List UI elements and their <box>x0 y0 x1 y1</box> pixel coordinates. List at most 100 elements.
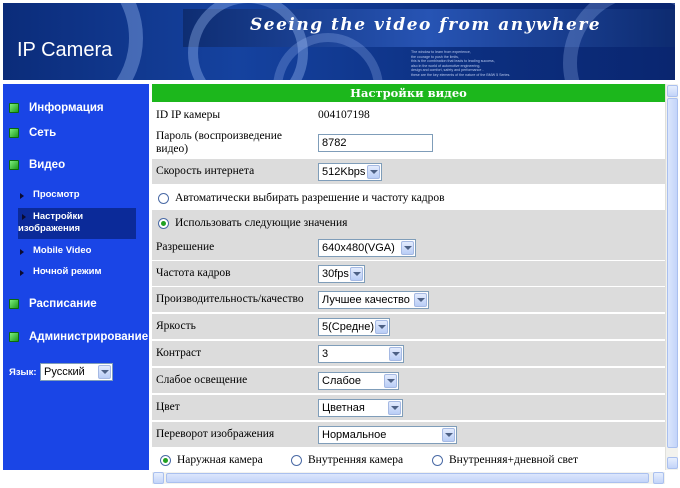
lowlight-select[interactable]: Слабое <box>318 372 399 390</box>
header-banner: Seeing the video from anywhere IP Camera… <box>3 3 675 80</box>
auto-mode-option[interactable]: Автоматически выбирать разрешение и част… <box>158 192 445 204</box>
sidebar-item-schedule[interactable]: Расписание <box>9 296 97 312</box>
framerate-select[interactable]: 30fps <box>318 265 365 283</box>
camera-id-row: ID IP камеры 004107198 <box>152 103 665 128</box>
brand-logo-text: IP Camera <box>17 39 113 61</box>
page-title: Настройки видео <box>152 84 665 102</box>
auto-mode-radio[interactable] <box>158 192 169 204</box>
sidebar-item-label: Расписание <box>29 298 97 310</box>
sidebar-item-info[interactable]: Информация <box>9 100 104 116</box>
sidebar-nav: Информация Сеть Видео Просмотр Настройки… <box>3 84 149 470</box>
sidebar-subitem-view[interactable]: Просмотр <box>18 189 136 201</box>
video-settings-panel: Настройки видео ID IP камеры 004107198 П… <box>152 84 665 470</box>
password-label: Пароль (воспроизведение видео) <box>156 130 282 155</box>
triangle-bullet-icon <box>20 193 24 199</box>
password-input[interactable]: 8782 <box>318 134 433 152</box>
language-label: Язык: <box>9 367 37 378</box>
brightness-select[interactable]: 5(Средне) <box>318 318 390 336</box>
vertical-scrollbar[interactable] <box>665 84 678 470</box>
manual-mode-radio[interactable] <box>158 217 169 229</box>
language-select[interactable]: Русский <box>40 363 113 381</box>
chevron-down-icon <box>367 165 380 179</box>
sidebar-subitem-label: Настройки изображения <box>18 211 84 234</box>
framerate-row: Частота кадров 30fps <box>152 261 665 286</box>
green-square-icon <box>9 332 19 342</box>
camera-id-label: ID IP камеры <box>156 109 221 121</box>
brightness-row: Яркость 5(Средне) <box>152 314 665 339</box>
chevron-down-icon <box>384 374 397 388</box>
chevron-down-icon <box>442 428 455 442</box>
sidebar-subitem-mobile-video[interactable]: Mobile Video <box>18 245 136 257</box>
sidebar-item-label: Сеть <box>29 127 57 139</box>
contrast-row: Контраст 3 <box>152 341 665 366</box>
scroll-down-button[interactable] <box>667 457 678 469</box>
sidebar-subitem-label: Просмотр <box>33 189 80 200</box>
chevron-down-icon <box>388 401 401 415</box>
chevron-down-icon <box>98 365 111 379</box>
sidebar-item-label: Информация <box>29 102 104 114</box>
manual-mode-row: Использовать следующие значения <box>152 210 665 235</box>
environment-row: Наружная камера Внутренняя камера Внутре… <box>152 448 665 470</box>
sidebar-item-label: Видео <box>29 159 66 171</box>
green-square-icon <box>9 128 19 138</box>
resolution-label: Разрешение <box>156 241 215 253</box>
chevron-down-icon <box>414 293 427 307</box>
language-select-value: Русский <box>44 366 85 378</box>
env-outdoor-option[interactable]: Наружная камера <box>160 454 263 466</box>
contrast-label: Контраст <box>156 347 202 359</box>
env-indoor-daylight-label: Внутренняя+дневной свет <box>449 454 579 466</box>
contrast-select[interactable]: 3 <box>318 345 404 363</box>
manual-mode-option[interactable]: Использовать следующие значения <box>158 217 347 229</box>
sidebar-item-admin[interactable]: Администрирование <box>9 329 148 345</box>
sidebar-item-label: Администрирование <box>29 331 149 343</box>
env-outdoor-radio[interactable] <box>160 454 171 466</box>
flip-label: Переворот изображения <box>156 428 275 440</box>
triangle-bullet-icon <box>20 249 24 255</box>
color-row: Цвет Цветная <box>152 395 665 420</box>
quality-row: Производительность/качество Лучшее качес… <box>152 287 665 312</box>
env-indoor-daylight-radio[interactable] <box>432 454 443 466</box>
env-indoor-radio[interactable] <box>291 454 302 466</box>
horizontal-scroll-thumb[interactable] <box>166 473 649 483</box>
speed-select[interactable]: 512Kbps <box>318 163 382 181</box>
horizontal-scrollbar[interactable] <box>152 472 665 484</box>
speed-row: Скорость интернета 512Kbps <box>152 159 665 184</box>
env-indoor-daylight-option[interactable]: Внутренняя+дневной свет <box>432 454 578 466</box>
password-row: Пароль (воспроизведение видео) 8782 <box>152 129 665 157</box>
camera-id-value: 004107198 <box>318 109 370 121</box>
chevron-down-icon <box>350 267 363 281</box>
sidebar-subitem-image-settings[interactable]: Настройки изображения <box>18 208 136 239</box>
green-square-icon <box>9 103 19 113</box>
color-select[interactable]: Цветная <box>318 399 403 417</box>
manual-mode-label: Использовать следующие значения <box>175 217 348 229</box>
green-square-icon <box>9 160 19 170</box>
speed-label: Скорость интернета <box>156 165 255 177</box>
resolution-row: Разрешение 640x480(VGA) <box>152 235 665 260</box>
green-square-icon <box>9 299 19 309</box>
scroll-left-button[interactable] <box>153 472 164 484</box>
color-label: Цвет <box>156 401 180 413</box>
chevron-down-icon <box>375 320 388 334</box>
sidebar-item-video[interactable]: Видео <box>9 157 65 173</box>
flip-row: Переворот изображения Нормальное <box>152 422 665 447</box>
auto-mode-row: Автоматически выбирать разрешение и част… <box>152 185 665 210</box>
triangle-bullet-icon <box>20 270 24 276</box>
env-outdoor-label: Наружная камера <box>177 454 263 466</box>
quality-label: Производительность/качество <box>156 293 304 305</box>
resolution-select[interactable]: 640x480(VGA) <box>318 239 416 257</box>
sidebar-item-network[interactable]: Сеть <box>9 125 56 141</box>
brightness-label: Яркость <box>156 320 196 332</box>
framerate-label: Частота кадров <box>156 267 231 279</box>
lowlight-label: Слабое освещение <box>156 374 248 386</box>
quality-select[interactable]: Лучшее качество <box>318 291 429 309</box>
auto-mode-label: Автоматически выбирать разрешение и част… <box>175 192 445 204</box>
sidebar-subitem-label: Ночной режим <box>33 266 102 277</box>
flip-select[interactable]: Нормальное <box>318 426 457 444</box>
sidebar-subitem-label: Mobile Video <box>33 245 92 256</box>
banner-fineprint: The window to learn from experience, the… <box>411 50 511 77</box>
scroll-right-button[interactable] <box>653 472 664 484</box>
env-indoor-option[interactable]: Внутренняя камера <box>291 454 403 466</box>
sidebar-subitem-night-mode[interactable]: Ночной режим <box>18 266 136 278</box>
vertical-scroll-thumb[interactable] <box>667 98 678 448</box>
scroll-up-button[interactable] <box>667 85 678 97</box>
